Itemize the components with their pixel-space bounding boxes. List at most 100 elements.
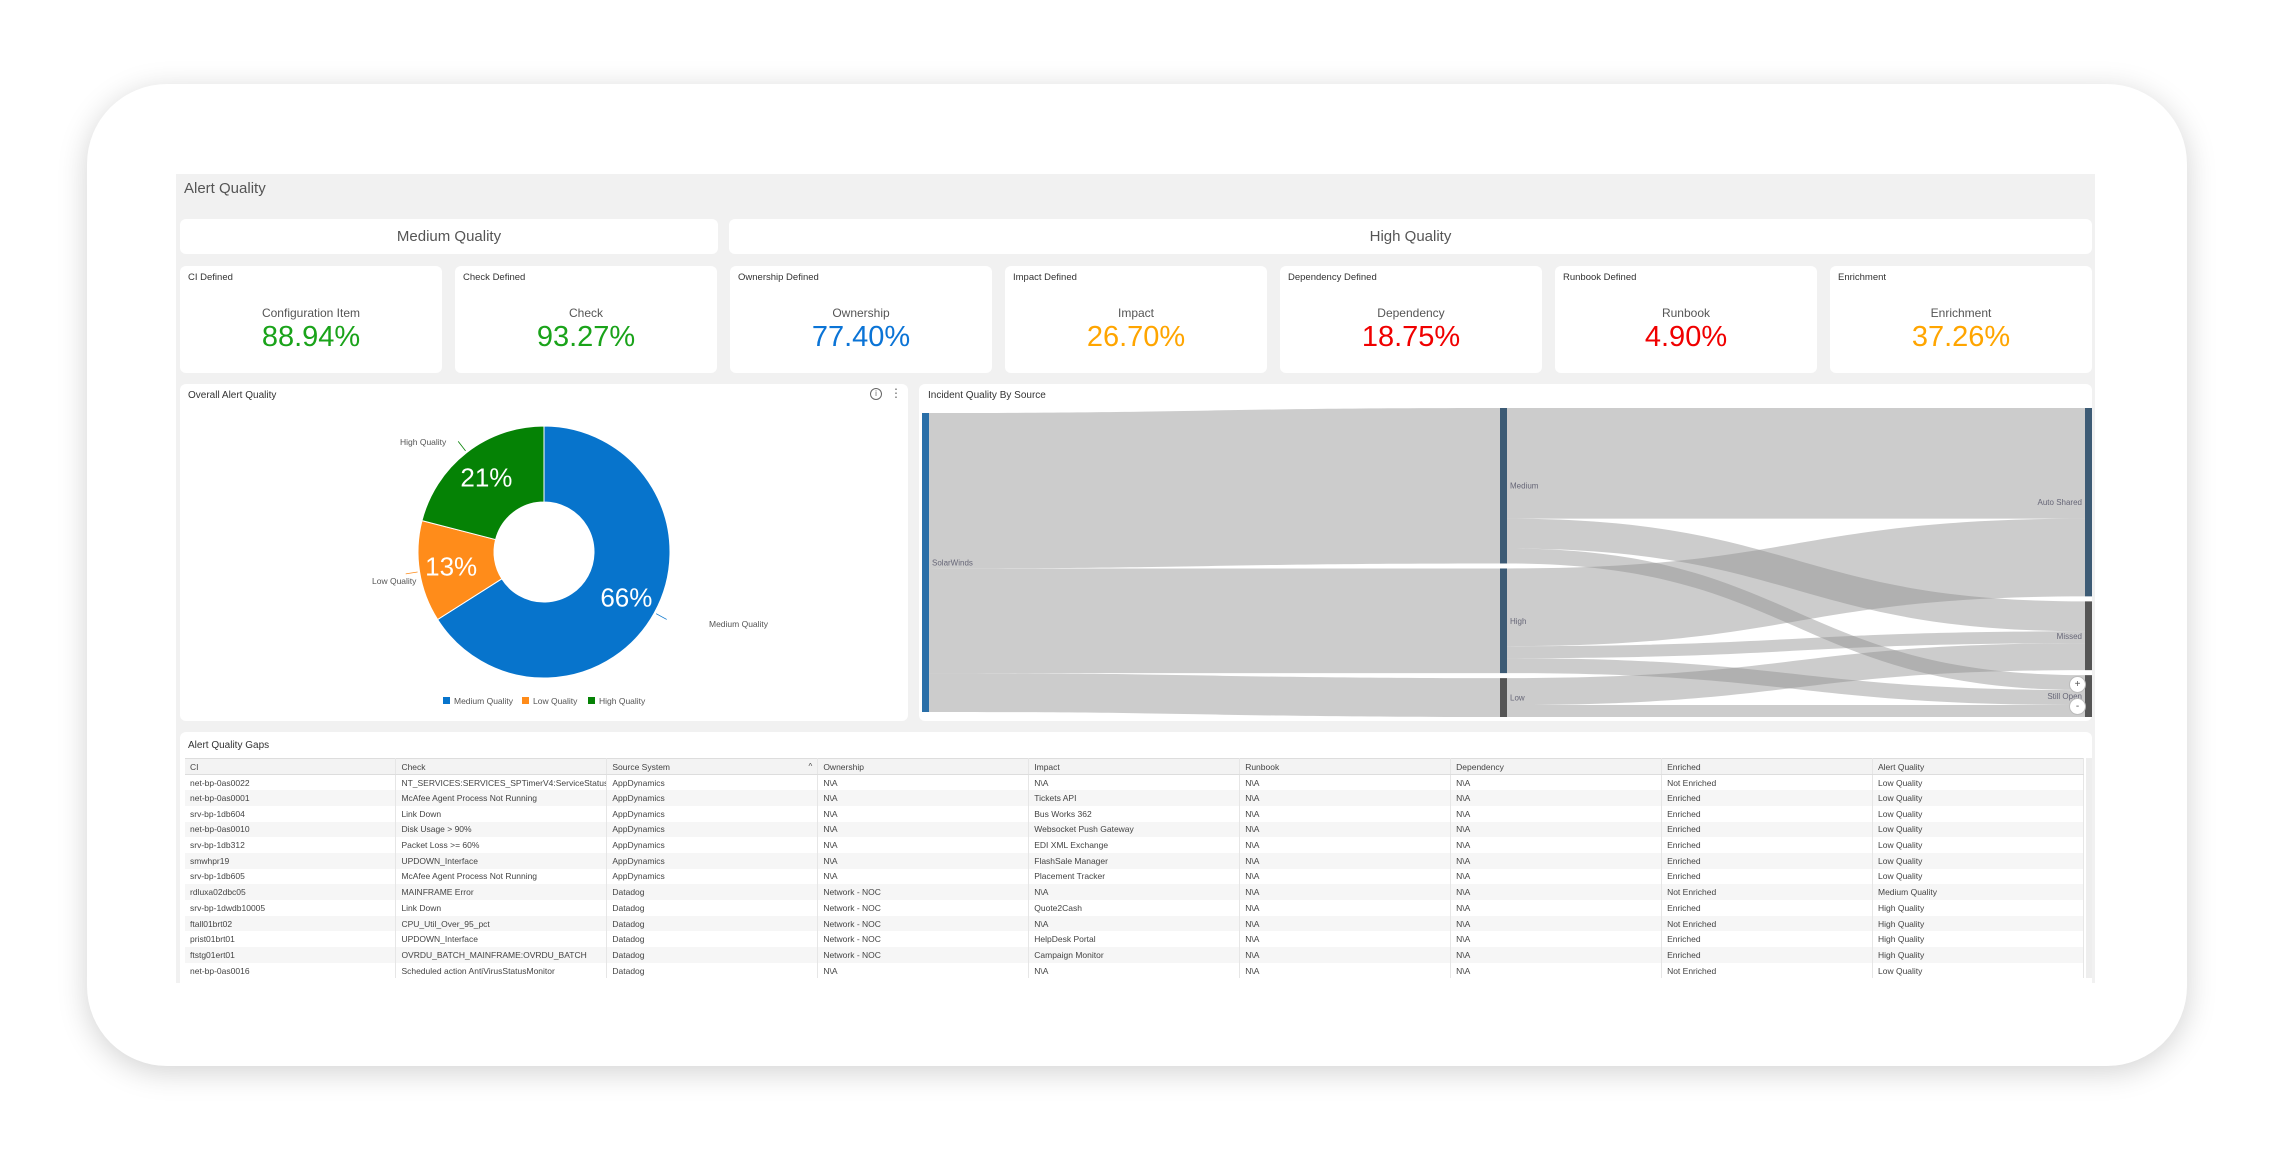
- table-cell: Enriched: [1661, 790, 1873, 806]
- label-leader-line: [457, 441, 466, 452]
- table-cell: AppDynamics: [606, 790, 819, 806]
- table-cell: AppDynamics: [606, 774, 819, 791]
- table-cell: N\A: [1450, 868, 1663, 885]
- table-cell: UPDOWN_Interface: [395, 931, 608, 948]
- legend-item[interactable]: High Quality: [599, 696, 646, 706]
- column-header[interactable]: Impact: [1028, 758, 1241, 775]
- table-cell: N\A: [1450, 931, 1663, 948]
- table-cell: Datadog: [606, 931, 819, 948]
- table-cell: N\A: [1239, 931, 1452, 948]
- table-row[interactable]: net-bp-0as0022 NT_SERVICES:SERVICES_SPTim…: [185, 774, 2084, 791]
- table-cell: Network - NOC: [817, 884, 1030, 900]
- table-cell: N\A: [1028, 962, 1241, 979]
- table-row[interactable]: net-bp-0as0016 Scheduled action AntiVirus…: [185, 962, 2084, 979]
- table-cell: Not Enriched: [1661, 774, 1873, 791]
- table-cell: srv-bp-1db605: [185, 868, 397, 885]
- table-cell: Websocket Push Gateway: [1028, 821, 1241, 838]
- column-label: Source System: [612, 761, 671, 772]
- table-cell: Low Quality: [1872, 774, 2084, 791]
- table-row[interactable]: net-bp-0as0010 Disk Usage > 90% AppDynamic…: [185, 821, 2084, 838]
- incident-quality-panel: Incident Quality By Source: [919, 384, 2092, 721]
- table-cell: OVRDU_BATCH_MAINFRAME:OVRDU_BATCH: [395, 947, 608, 963]
- table-cell: Scheduled action AntiVirusStatusMonitor: [395, 962, 608, 979]
- table-cell: N\A: [1450, 805, 1663, 822]
- table-cell: prist01brt01: [185, 931, 397, 948]
- column-header[interactable]: Check: [395, 758, 608, 775]
- zoom-out-button[interactable]: -: [2069, 698, 2086, 715]
- table-scrollbar[interactable]: [2086, 758, 2092, 978]
- column-header[interactable]: Dependency: [1450, 758, 1663, 775]
- table-cell: N\A: [1450, 774, 1663, 791]
- slice-category-label: High Quality: [400, 437, 447, 447]
- table-cell: HelpDesk Portal: [1028, 931, 1241, 948]
- table-cell: N\A: [1450, 837, 1663, 853]
- table-cell: Enriched: [1661, 837, 1873, 853]
- zoom-in-button[interactable]: +: [2069, 676, 2086, 693]
- legend-item[interactable]: Low Quality: [533, 696, 578, 706]
- table-row[interactable]: net-bp-0as0001 McAfee Agent Process Not R…: [185, 790, 2084, 806]
- column-label: Dependency: [1456, 761, 1504, 772]
- table-cell: Medium Quality: [1872, 884, 2084, 900]
- table-cell: net-bp-0as0010: [185, 821, 397, 838]
- table-row[interactable]: rdluxa02dbc05 MAINFRAME Error Datadog Netwo…: [185, 884, 2084, 900]
- table-cell: Disk Usage > 90%: [395, 821, 608, 838]
- table-row[interactable]: srv-bp-1db312 Packet Loss >= 60% AppDynami…: [185, 837, 2084, 853]
- table-cell: Link Down: [395, 805, 608, 822]
- table-cell: Network - NOC: [817, 915, 1030, 932]
- column-header[interactable]: Runbook: [1239, 758, 1452, 775]
- table-cell: UPDOWN_Interface: [395, 852, 608, 869]
- column-header[interactable]: Ownership: [817, 758, 1030, 775]
- table-cell: N\A: [1028, 774, 1241, 791]
- legend-item[interactable]: Medium Quality: [454, 696, 514, 706]
- column-header[interactable]: Enriched: [1661, 758, 1873, 775]
- table-cell: N\A: [1239, 821, 1452, 838]
- slice-percent-label: 66%: [600, 582, 652, 612]
- table-cell: N\A: [1239, 962, 1452, 979]
- table-cell: Datadog: [606, 947, 819, 963]
- column-header[interactable]: Alert Quality: [1872, 758, 2084, 775]
- table-row[interactable]: srv-bp-1db605 McAfee Agent Process Not Ru…: [185, 868, 2084, 885]
- table-row[interactable]: ftstg01ert01 OVRDU_BATCH_MAINFRAME:OVRDU_…: [185, 947, 2084, 963]
- table-cell: Low Quality: [1872, 852, 2084, 869]
- column-header[interactable]: Source System ^: [606, 758, 819, 775]
- table-cell: net-bp-0as0016: [185, 962, 397, 979]
- table-cell: N\A: [1450, 821, 1663, 838]
- table-row[interactable]: smwhpr19 UPDOWN_Interface AppDynamics N\A Fl…: [185, 852, 2084, 869]
- table-cell: Enriched: [1661, 868, 1873, 885]
- column-label: Check: [401, 761, 426, 772]
- sort-ascending-icon[interactable]: ^: [809, 762, 813, 771]
- table-cell: N\A: [817, 821, 1030, 838]
- table-cell: Not Enriched: [1661, 884, 1873, 900]
- table-row[interactable]: srv-bp-1dwdb10005 Link Down Datadog Network…: [185, 900, 2084, 916]
- table-row[interactable]: ftall01brt02 CPU_Util_Over_95_pct Datadog N…: [185, 915, 2084, 932]
- slice-category-label: Low Quality: [372, 576, 417, 586]
- table-cell: High Quality: [1872, 900, 2084, 916]
- table-row[interactable]: prist01brt01 UPDOWN_Interface Datadog Netwo…: [185, 931, 2084, 948]
- table-cell: Datadog: [606, 962, 819, 979]
- table-cell: srv-bp-1dwdb10005: [185, 900, 397, 916]
- table-cell: N\A: [1028, 884, 1241, 900]
- table-cell: N\A: [1239, 868, 1452, 885]
- table-cell: Network - NOC: [817, 900, 1030, 916]
- slice-category-label: Medium Quality: [709, 619, 769, 629]
- table-cell: Datadog: [606, 900, 819, 916]
- table-cell: Enriched: [1661, 947, 1873, 963]
- table-cell: Datadog: [606, 915, 819, 932]
- table-cell: srv-bp-1db312: [185, 837, 397, 853]
- table-cell: N\A: [1450, 962, 1663, 979]
- table-cell: High Quality: [1872, 947, 2084, 963]
- table-cell: Link Down: [395, 900, 608, 916]
- table-cell: AppDynamics: [606, 805, 819, 822]
- table-row[interactable]: srv-bp-1db604 Link Down AppDynamics N\A Bus …: [185, 805, 2084, 822]
- table-cell: ftall01brt02: [185, 915, 397, 932]
- table-cell: N\A: [817, 774, 1030, 791]
- table-cell: Placement Tracker: [1028, 868, 1241, 885]
- column-label: Alert Quality: [1878, 761, 1925, 772]
- table-cell: Low Quality: [1872, 962, 2084, 979]
- table-cell: N\A: [817, 868, 1030, 885]
- table-cell: N\A: [1239, 900, 1452, 916]
- table-cell: McAfee Agent Process Not Running: [395, 790, 608, 806]
- table-cell: Campaign Monitor: [1028, 947, 1241, 963]
- table-cell: N\A: [1450, 900, 1663, 916]
- column-header[interactable]: CI: [185, 758, 397, 775]
